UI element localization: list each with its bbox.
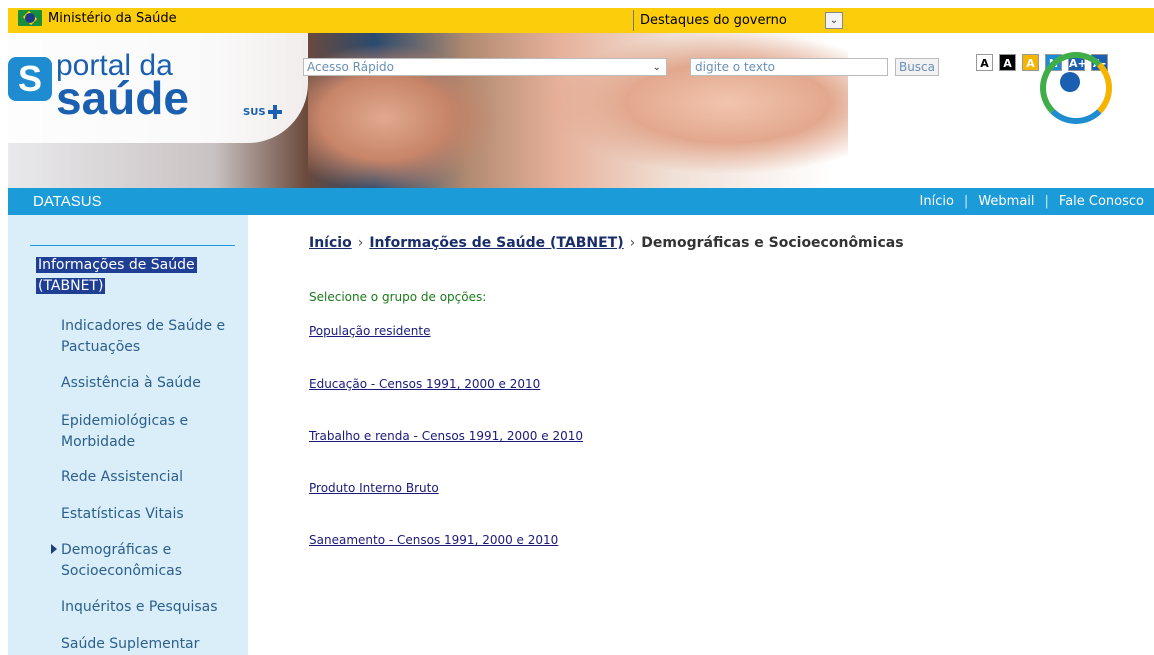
brazil-flag-icon	[18, 10, 42, 26]
option-link-trabalho[interactable]: Trabalho e renda - Censos 1991, 2000 e 2…	[309, 429, 583, 443]
government-emblem-icon	[1040, 52, 1112, 124]
sidebar-item-label: Pactuações	[61, 339, 141, 355]
section-title: DATASUS	[33, 193, 102, 210]
search-button[interactable]: Busca	[895, 58, 939, 76]
sidebar-item-indicadores[interactable]: Indicadores de Saúde e Pactuações	[61, 316, 241, 358]
chevron-down-icon: ⌄	[652, 62, 661, 73]
banner-photo-nurse	[548, 33, 848, 173]
yellow-contrast-button[interactable]: A	[1022, 54, 1039, 71]
sidebar-item-label: Inquéritos e Pesquisas	[61, 599, 218, 615]
breadcrumb-current: Demográficas e Socioeconômicas	[641, 235, 904, 251]
sidebar-item-demograficas[interactable]: Demográficas e Socioeconômicas	[51, 540, 231, 582]
sidebar-item-label: Estatísticas Vitais	[61, 506, 184, 522]
gov-bar-inner: Ministério da Saúde Destaques do governo…	[8, 8, 1154, 33]
gov-bar: Ministério da Saúde Destaques do governo…	[0, 0, 1154, 33]
option-link-educacao[interactable]: Educação - Censos 1991, 2000 e 2010	[309, 377, 540, 391]
plus-cross-icon	[267, 105, 282, 119]
logo-text: portal da saúde	[56, 51, 189, 124]
acesso-rapido-label: Acesso Rápido	[307, 60, 394, 74]
sidebar-item-assistencia[interactable]: Assistência à Saúde	[61, 373, 241, 394]
options-prompt: Selecione o grupo de opções:	[309, 290, 487, 304]
logo-line2: saúde	[56, 72, 189, 124]
sidebar-item-epidemiologicas[interactable]: Epidemiológicas e Morbidade	[61, 411, 241, 453]
sidebar-heading-tabnet[interactable]: Informações de Saúde (TABNET)	[36, 255, 197, 297]
breadcrumb: Início › Informações de Saúde (TABNET) › Dem…	[309, 235, 904, 251]
breadcrumb-tabnet[interactable]: Informações de Saúde (TABNET)	[369, 235, 623, 251]
sidebar-heading-line1: Informações de Saúde	[36, 257, 197, 273]
option-link-pib[interactable]: Produto Interno Bruto	[309, 481, 439, 495]
sidebar-item-label: Epidemiológicas e	[61, 413, 189, 429]
link-fale-conosco[interactable]: Fale Conosco	[1049, 194, 1154, 209]
acesso-rapido-select[interactable]: Acesso Rápido ⌄	[303, 58, 667, 76]
logo-s-icon: S	[8, 57, 52, 101]
destaques-select[interactable]: Destaques do governo ⌄	[633, 10, 843, 31]
gov-brand-link[interactable]: Ministério da Saúde	[18, 10, 177, 26]
sus-mark: SUS	[243, 105, 282, 119]
sidebar-item-label: Morbidade	[61, 434, 136, 450]
high-contrast-button[interactable]: A	[999, 54, 1016, 71]
sidebar-item-label: Saúde Suplementar	[61, 636, 200, 652]
sidebar-item-label: Assistência à Saúde	[61, 375, 201, 391]
gov-brand-label: Ministério da Saúde	[48, 10, 177, 26]
option-link-populacao[interactable]: População residente	[309, 324, 431, 338]
breadcrumb-separator: ›	[629, 235, 636, 251]
breadcrumb-inicio[interactable]: Início	[309, 235, 352, 251]
link-inicio[interactable]: Início	[910, 194, 964, 209]
sidebar-divider	[30, 245, 235, 246]
sidebar-item-label: Socioeconômicas	[61, 563, 183, 579]
top-links: Início | Webmail | Fale Conosco	[910, 194, 1154, 209]
option-link-saneamento[interactable]: Saneamento - Censos 1991, 2000 e 2010	[309, 533, 558, 547]
destaques-label: Destaques do governo	[640, 13, 787, 28]
sidebar-item-label: Indicadores de Saúde e	[61, 318, 226, 334]
font-normal-button[interactable]: A	[976, 54, 993, 71]
link-webmail[interactable]: Webmail	[968, 194, 1044, 209]
search-input[interactable]: digite o texto	[690, 58, 888, 76]
breadcrumb-separator: ›	[357, 235, 364, 251]
sidebar-item-label: Demográficas e	[61, 542, 172, 558]
sidebar-heading-line2: (TABNET)	[36, 278, 106, 294]
sidebar-item-label: Rede Assistencial	[61, 469, 184, 485]
portal-saude-logo[interactable]: S portal da saúde	[8, 51, 189, 121]
sus-label: SUS	[243, 106, 266, 118]
caret-right-icon	[51, 544, 57, 554]
chevron-down-icon[interactable]: ⌄	[825, 12, 843, 29]
sidebar-item-inqueritos[interactable]: Inquéritos e Pesquisas	[61, 597, 241, 618]
sidebar-item-rede-assistencial[interactable]: Rede Assistencial	[61, 467, 241, 488]
section-bar: DATASUS Início | Webmail | Fale Conosco	[8, 188, 1154, 215]
sidebar-item-estatisticas-vitais[interactable]: Estatísticas Vitais	[61, 504, 241, 525]
sidebar-item-saude-suplementar[interactable]: Saúde Suplementar	[61, 634, 241, 655]
sidebar: Informações de Saúde (TABNET) Indicadore…	[8, 215, 248, 655]
